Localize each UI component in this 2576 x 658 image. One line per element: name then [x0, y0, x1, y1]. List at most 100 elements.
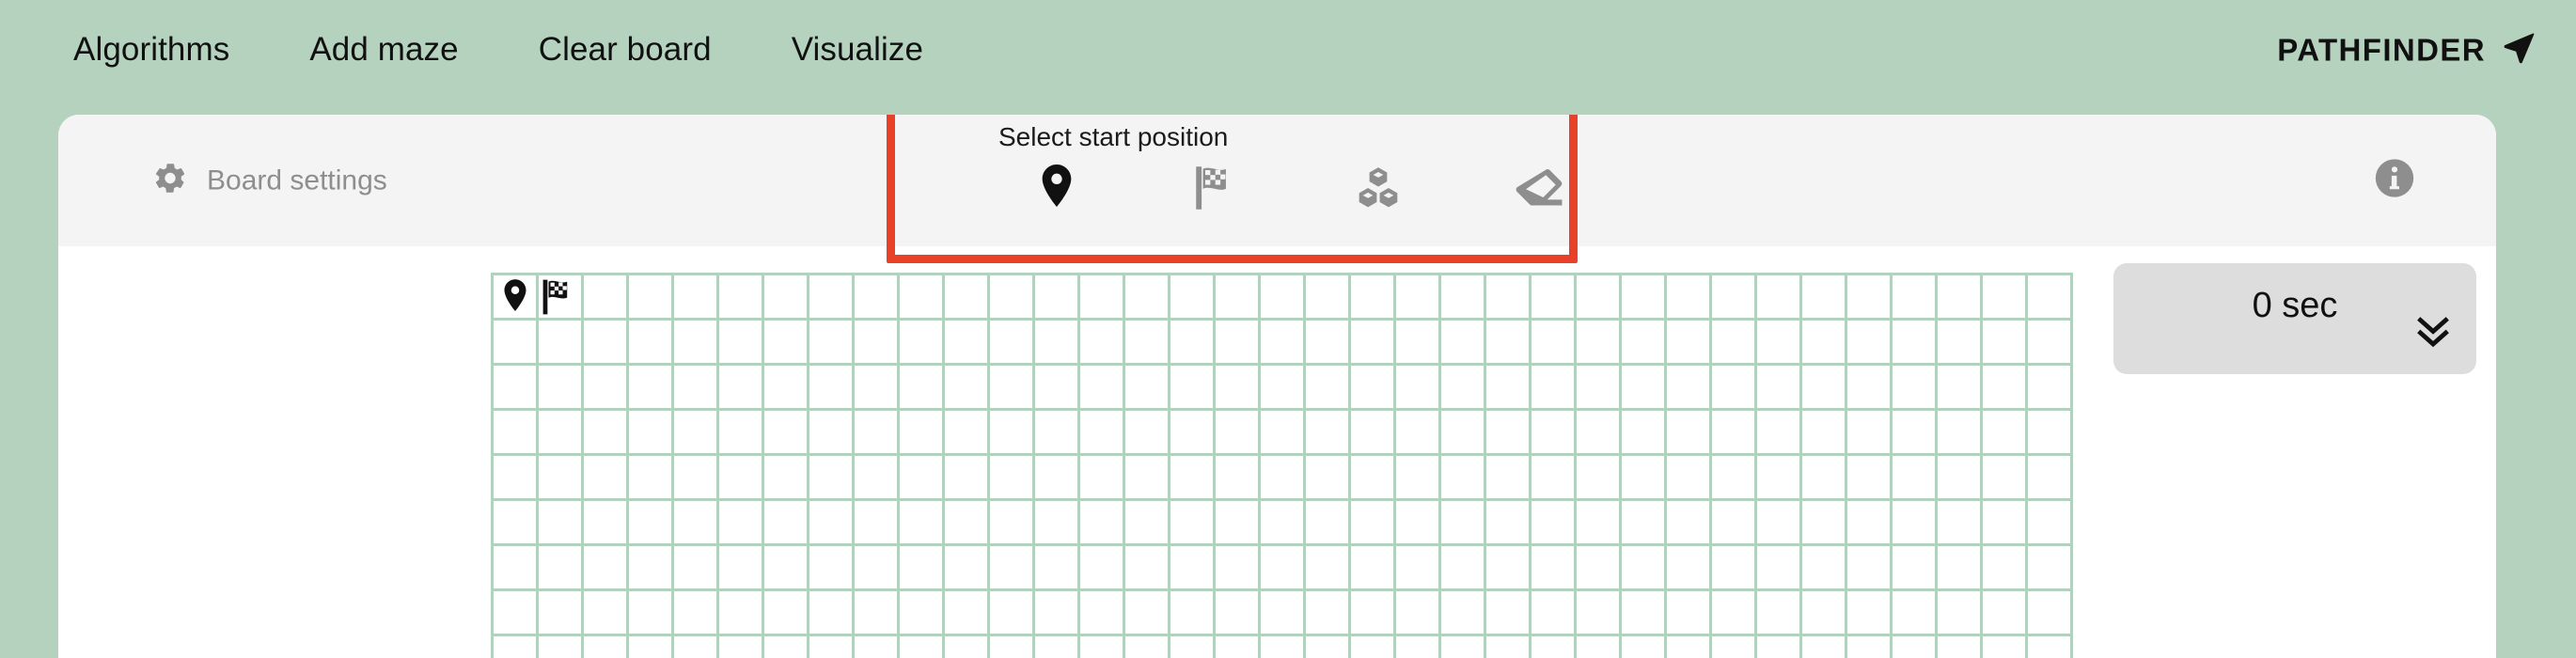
grid-cell[interactable] [1983, 366, 2028, 411]
grid-cell[interactable] [764, 456, 809, 501]
grid-cell[interactable] [629, 546, 674, 591]
grid-cell[interactable] [1396, 546, 1441, 591]
grid-cell[interactable] [1441, 275, 1486, 321]
grid-cell[interactable] [1938, 591, 1983, 636]
grid-cell[interactable] [1261, 591, 1306, 636]
grid-cell[interactable] [1035, 546, 1080, 591]
grid-cell[interactable] [1396, 366, 1441, 411]
grid-cell[interactable] [855, 366, 900, 411]
grid-cell[interactable] [900, 636, 945, 658]
grid-cell[interactable] [1983, 636, 2028, 658]
grid-cell[interactable] [1351, 636, 1396, 658]
grid-cell[interactable] [855, 411, 900, 456]
grid-cell[interactable] [1080, 321, 1125, 366]
grid-cell[interactable] [1893, 321, 1938, 366]
grid-cell[interactable] [584, 456, 629, 501]
grid-cell[interactable] [809, 411, 855, 456]
grid-cell[interactable] [1667, 636, 1712, 658]
grid-cell[interactable] [1757, 275, 1802, 321]
grid-cell[interactable] [764, 366, 809, 411]
grid-cell[interactable] [900, 591, 945, 636]
grid-cell[interactable] [584, 321, 629, 366]
grid-cell[interactable] [629, 636, 674, 658]
grid-cell[interactable] [1847, 456, 1893, 501]
grid-cell[interactable] [855, 456, 900, 501]
grid-cell[interactable] [809, 321, 855, 366]
grid-cell[interactable] [1531, 546, 1577, 591]
grid-cell[interactable] [1216, 636, 1261, 658]
grid-cell[interactable] [674, 456, 719, 501]
nav-item-algorithms[interactable]: Algorithms [73, 33, 272, 66]
grid-cell[interactable] [2028, 366, 2073, 411]
grid-cell[interactable] [1306, 275, 1351, 321]
grid-cell[interactable] [1125, 456, 1170, 501]
grid-cell[interactable] [629, 411, 674, 456]
grid-cell[interactable] [1622, 636, 1667, 658]
grid-cell[interactable] [1396, 275, 1441, 321]
grid-cell[interactable] [1712, 366, 1757, 411]
grid-cell[interactable] [809, 546, 855, 591]
grid-cell[interactable] [900, 275, 945, 321]
grid-cell[interactable] [494, 501, 539, 546]
grid-cell[interactable] [1622, 321, 1667, 366]
grid-cell[interactable] [1351, 321, 1396, 366]
grid-cell[interactable] [674, 636, 719, 658]
grid-cell[interactable] [990, 546, 1035, 591]
grid-cell[interactable] [1983, 456, 2028, 501]
grid-cell[interactable] [1757, 456, 1802, 501]
grid-cell[interactable] [1486, 501, 1531, 546]
grid-cell[interactable] [1351, 275, 1396, 321]
grid-cell[interactable] [1441, 411, 1486, 456]
grid-cell[interactable] [1938, 411, 1983, 456]
grid-cell[interactable] [494, 636, 539, 658]
grid-cell[interactable] [1802, 321, 1847, 366]
grid-cell[interactable] [990, 321, 1035, 366]
grid-cell[interactable] [1577, 456, 1622, 501]
grid-cell[interactable] [539, 636, 584, 658]
pathfinding-grid[interactable] [491, 273, 2073, 658]
grid-cell[interactable] [1170, 591, 1216, 636]
grid-cell[interactable] [945, 411, 990, 456]
grid-cell[interactable] [1351, 546, 1396, 591]
grid-cell[interactable] [1757, 501, 1802, 546]
grid-cell[interactable] [1802, 366, 1847, 411]
grid-cell[interactable] [1170, 456, 1216, 501]
grid-cell[interactable] [1622, 456, 1667, 501]
grid-cell[interactable] [719, 456, 764, 501]
grid-cell[interactable] [945, 275, 990, 321]
grid-cell[interactable] [1893, 456, 1938, 501]
grid-cell[interactable] [945, 501, 990, 546]
grid-cell[interactable] [629, 591, 674, 636]
grid-cell[interactable] [1170, 546, 1216, 591]
grid-cell[interactable] [1847, 636, 1893, 658]
grid-cell[interactable] [1080, 366, 1125, 411]
grid-cell[interactable] [674, 591, 719, 636]
grid-cell[interactable] [2028, 456, 2073, 501]
grid-cell[interactable] [1712, 275, 1757, 321]
grid-cell[interactable] [584, 275, 629, 321]
grid-cell[interactable] [1261, 366, 1306, 411]
grid-cell[interactable] [1216, 411, 1261, 456]
board-settings-button[interactable]: Board settings [152, 161, 387, 201]
grid-cell[interactable] [1757, 411, 1802, 456]
grid-cell[interactable] [1035, 321, 1080, 366]
grid-cell[interactable] [1306, 321, 1351, 366]
grid-cell[interactable] [1531, 275, 1577, 321]
grid-cell[interactable] [1938, 456, 1983, 501]
grid-cell[interactable] [719, 275, 764, 321]
grid-cell[interactable] [1802, 546, 1847, 591]
grid-cell[interactable] [1080, 275, 1125, 321]
grid-cell[interactable] [764, 411, 809, 456]
grid-cell[interactable] [1983, 411, 2028, 456]
grid-cell[interactable] [1125, 411, 1170, 456]
grid-cell[interactable] [900, 411, 945, 456]
grid-cell[interactable] [1847, 366, 1893, 411]
grid-cell[interactable] [1351, 411, 1396, 456]
grid-cell[interactable] [1486, 591, 1531, 636]
grid-cell[interactable] [1938, 275, 1983, 321]
grid-cell[interactable] [990, 636, 1035, 658]
grid-cell[interactable] [900, 321, 945, 366]
grid-cell[interactable] [1441, 501, 1486, 546]
grid-cell[interactable] [1712, 591, 1757, 636]
grid-cell[interactable] [1306, 456, 1351, 501]
